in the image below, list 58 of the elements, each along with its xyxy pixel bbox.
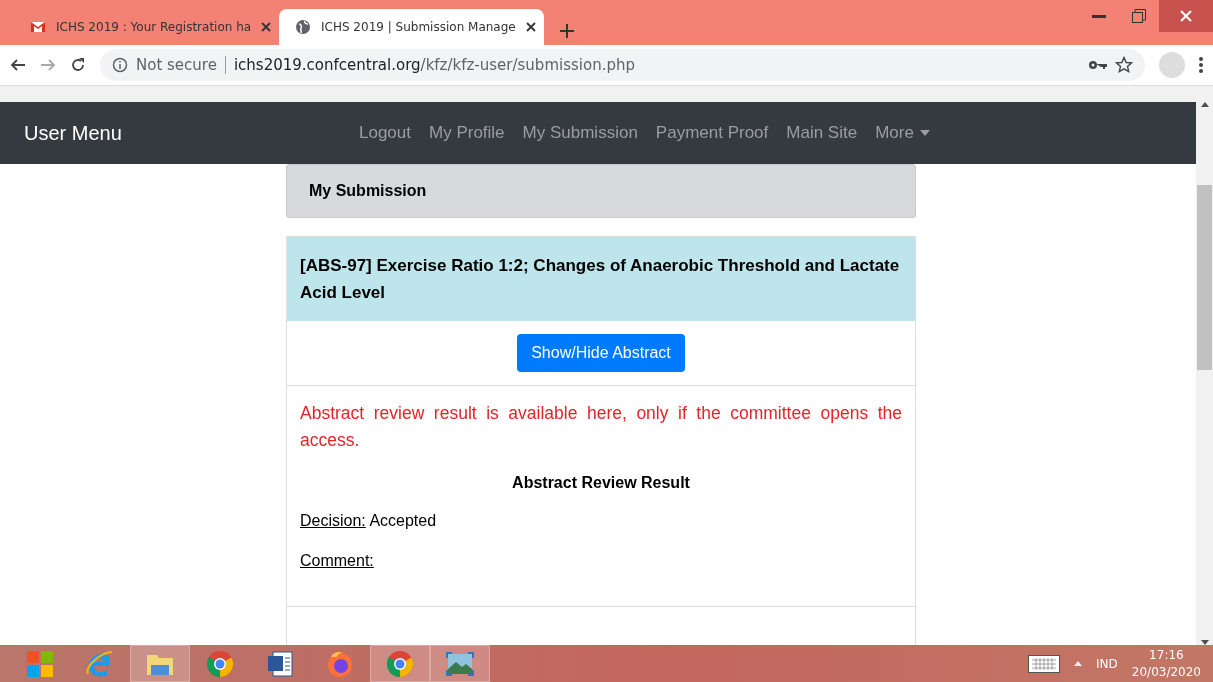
security-label: Not secure — [136, 56, 217, 74]
nav-link[interactable]: My Submission — [522, 123, 638, 143]
tab-title: ICHS 2019 : Your Registration ha — [56, 20, 252, 34]
e-logo-icon — [85, 648, 115, 679]
result-heading: Abstract Review Result — [511, 474, 691, 492]
navbar-brand[interactable]: User Menu — [24, 121, 359, 145]
password-key-button[interactable] — [1089, 60, 1107, 70]
minimize-icon — [1092, 14, 1106, 18]
clock-date[interactable]: 20/03/2020 — [1131, 663, 1201, 681]
plus-icon — [560, 24, 574, 38]
windows-logo-icon — [25, 648, 55, 679]
language-indicator[interactable]: IND — [1096, 656, 1118, 671]
tray-arrow-icon[interactable] — [1074, 661, 1083, 666]
field-label: Decision: — [300, 512, 366, 529]
forward-arrow-icon — [40, 57, 56, 73]
notice-text: Abstract review result is available here, only if the committee opens the access. — [300, 402, 902, 452]
tab-title: ICHS 2019 | Submission Manage — [321, 20, 516, 34]
chrome-icon — [385, 648, 415, 679]
nav-link[interactable]: Payment Proof — [655, 123, 769, 143]
nav-link[interactable]: More — [875, 123, 930, 143]
key-icon — [1089, 60, 1107, 70]
page-header: My Submission — [286, 164, 916, 218]
back-arrow-icon — [10, 57, 26, 73]
menu-icon — [1199, 57, 1203, 73]
keyboard-icon[interactable] — [1028, 654, 1061, 673]
info-icon — [112, 57, 128, 73]
bookmark-button[interactable] — [1115, 56, 1133, 74]
close-tab-button[interactable] — [525, 22, 536, 32]
back-button[interactable] — [10, 57, 26, 73]
globe-icon — [295, 19, 311, 35]
close-icon — [261, 22, 272, 32]
nav-link[interactable]: Main Site — [786, 123, 858, 143]
restore-icon — [1132, 9, 1146, 23]
field-label: Comment: — [300, 552, 374, 569]
menu-button[interactable] — [1199, 57, 1203, 73]
star-icon — [1115, 56, 1133, 74]
document-icon — [265, 648, 295, 679]
field-value: Accepted — [369, 512, 437, 529]
address-bar[interactable]: Not secure ichs2019.confcentral.org/kfz/kfz-user/submission.php — [100, 49, 1145, 81]
close-window-button[interactable] — [1159, 0, 1213, 32]
browser-tab[interactable]: ICHS 2019 : Your Registration ha — [14, 9, 279, 45]
reload-icon — [70, 57, 86, 73]
scrollbar-thumb[interactable] — [1197, 185, 1212, 370]
mail-icon — [30, 19, 46, 35]
reload-button[interactable] — [70, 57, 86, 73]
show-hide-abstract-button[interactable]: Show/Hide Abstract — [517, 334, 685, 372]
close-icon — [525, 22, 536, 32]
clock-time[interactable]: 17:16 — [1149, 646, 1184, 664]
nav-link[interactable]: My Profile — [429, 123, 505, 143]
close-icon — [1180, 10, 1192, 22]
url-text: ichs2019.confcentral.org/kfz/kfz-user/submission.php — [233, 56, 635, 74]
submission-title: [ABS-97] Exercise Ratio 1:2; Changes of Anaerobic Threshold and Lactate Acid Level — [287, 237, 915, 321]
chrome-icon — [205, 648, 235, 679]
browser-tab[interactable]: ICHS 2019 | Submission Manage — [279, 9, 544, 45]
forward-button[interactable] — [40, 57, 56, 73]
nav-link[interactable]: Logout — [359, 123, 411, 143]
scrollbar[interactable] — [1196, 102, 1213, 645]
scroll-up-icon — [1200, 102, 1209, 107]
